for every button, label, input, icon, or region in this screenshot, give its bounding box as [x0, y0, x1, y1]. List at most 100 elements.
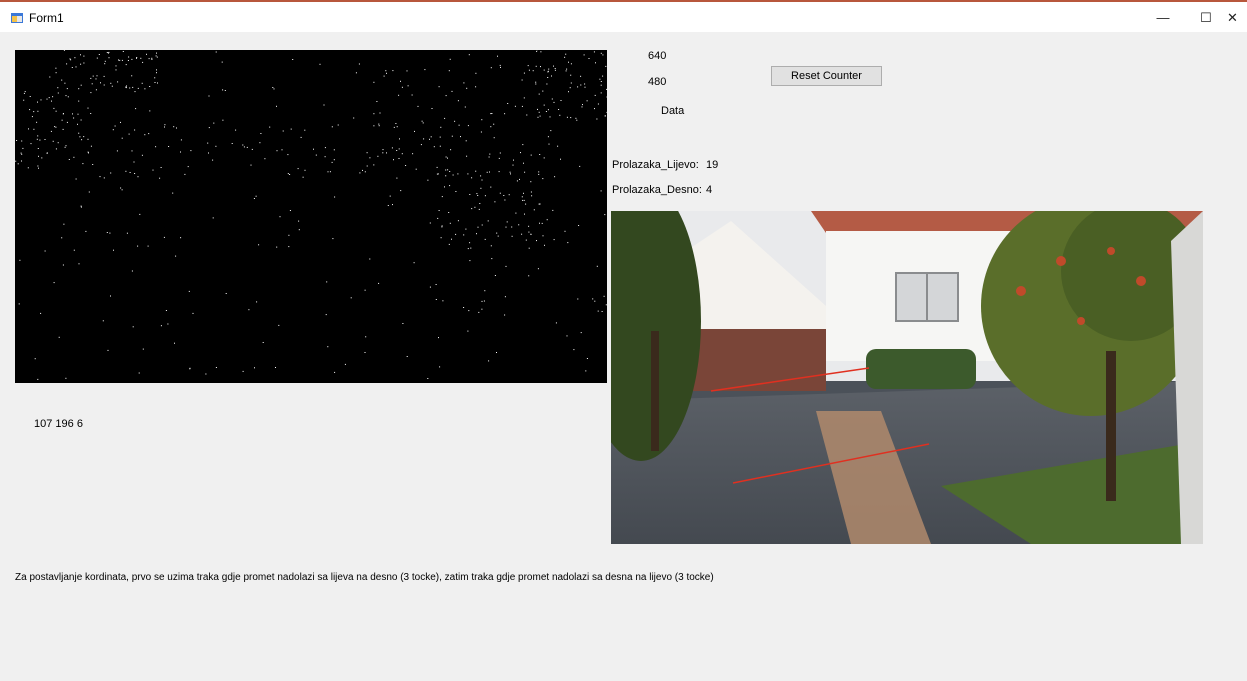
noise-pixel	[22, 147, 24, 149]
noise-pixel	[538, 93, 540, 95]
noise-pixel	[433, 146, 435, 148]
noise-pixel	[445, 95, 447, 97]
noise-pixel	[570, 82, 572, 84]
noise-pixel	[539, 154, 541, 155]
noise-pixel	[205, 373, 207, 375]
noise-pixel	[573, 349, 575, 351]
noise-pixel	[474, 206, 476, 208]
noise-pixel	[523, 97, 525, 99]
noise-pixel	[37, 378, 39, 380]
instruction-text: Za postavljanje kordinata, prvo se uzima…	[15, 572, 714, 583]
noise-pixel	[597, 103, 599, 105]
noise-pixel	[262, 342, 264, 343]
noise-pixel	[540, 51, 542, 53]
motion-mask-view	[15, 50, 607, 383]
noise-pixel	[154, 77, 156, 79]
noise-pixel	[48, 97, 50, 99]
noise-pixel	[62, 128, 64, 130]
noise-pixel	[156, 72, 157, 74]
noise-pixel	[566, 335, 568, 337]
noise-pixel	[511, 226, 513, 228]
noise-pixel	[225, 293, 227, 294]
reset-counter-button[interactable]: Reset Counter	[771, 66, 882, 86]
noise-pixel	[554, 69, 556, 71]
noise-pixel	[302, 176, 304, 178]
noise-pixel	[373, 81, 375, 83]
noise-pixel	[21, 160, 22, 162]
noise-pixel	[377, 155, 379, 157]
noise-pixel	[288, 234, 290, 236]
noise-pixel	[441, 225, 443, 227]
noise-pixel	[548, 143, 550, 145]
noise-pixel	[65, 145, 67, 147]
noise-pixel	[37, 165, 39, 167]
noise-pixel	[538, 171, 540, 173]
noise-pixel	[100, 82, 101, 84]
noise-pixel	[142, 348, 144, 350]
noise-pixel	[441, 196, 443, 198]
noise-pixel	[575, 117, 577, 119]
noise-pixel	[504, 296, 506, 298]
noise-pixel	[396, 150, 398, 151]
noise-pixel	[364, 289, 366, 291]
noise-pixel	[481, 300, 483, 302]
noise-pixel	[489, 171, 490, 173]
close-icon[interactable]: ✕	[1227, 9, 1247, 27]
noise-pixel	[499, 152, 501, 154]
noise-pixel	[132, 86, 134, 88]
noise-pixel	[448, 212, 450, 213]
motion-mask-noise	[15, 50, 607, 380]
noise-pixel	[547, 77, 549, 78]
noise-pixel	[522, 199, 524, 201]
noise-pixel	[544, 244, 545, 246]
noise-pixel	[90, 77, 92, 79]
noise-pixel	[144, 88, 146, 90]
noise-pixel	[429, 222, 431, 224]
maximize-icon[interactable]: ☐	[1191, 9, 1221, 27]
noise-pixel	[533, 209, 535, 211]
noise-pixel	[583, 54, 585, 56]
noise-pixel	[27, 167, 29, 169]
noise-pixel	[212, 217, 214, 219]
noise-pixel	[490, 67, 492, 69]
noise-pixel	[353, 117, 355, 119]
noise-pixel	[475, 86, 477, 88]
noise-pixel	[507, 103, 509, 104]
noise-pixel	[115, 65, 117, 67]
noise-pixel	[389, 195, 391, 197]
noise-pixel	[23, 99, 25, 101]
noise-pixel	[95, 89, 97, 91]
noise-pixel	[134, 173, 136, 174]
noise-pixel	[83, 55, 85, 57]
noise-pixel	[331, 126, 333, 128]
noise-pixel	[156, 69, 157, 71]
noise-pixel	[23, 92, 25, 94]
noise-pixel	[121, 189, 123, 191]
noise-pixel	[392, 70, 394, 72]
noise-pixel	[128, 133, 130, 135]
noise-pixel	[542, 178, 544, 180]
minimize-icon[interactable]: —	[1148, 9, 1178, 27]
noise-pixel	[180, 237, 182, 239]
noise-pixel	[464, 106, 466, 108]
noise-pixel	[221, 61, 223, 63]
noise-pixel	[579, 165, 581, 167]
noise-pixel	[578, 225, 580, 226]
noise-pixel	[156, 56, 158, 58]
noise-pixel	[441, 226, 443, 228]
noise-pixel	[75, 66, 77, 68]
noise-pixel	[605, 304, 607, 306]
noise-pixel	[88, 191, 90, 193]
noise-pixel	[537, 116, 539, 118]
noise-pixel	[498, 157, 500, 159]
noise-pixel	[530, 191, 532, 193]
camera-view[interactable]	[611, 211, 1203, 544]
noise-pixel	[566, 68, 568, 70]
noise-pixel	[478, 208, 480, 210]
noise-pixel	[120, 187, 122, 189]
noise-pixel	[550, 130, 552, 132]
noise-pixel	[174, 342, 175, 344]
noise-pixel	[147, 245, 149, 247]
noise-pixel	[457, 220, 459, 222]
noise-pixel	[454, 120, 456, 122]
